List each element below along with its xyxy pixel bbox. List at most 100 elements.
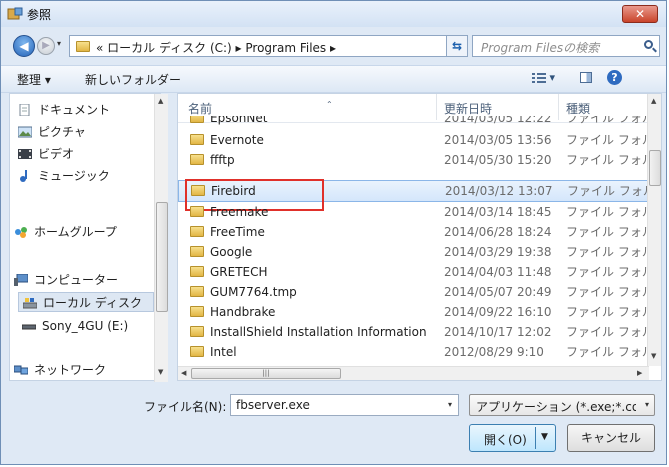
file-list-vertical-scrollbar[interactable]: ▲ ▼ <box>647 94 661 366</box>
scroll-right-icon[interactable]: ▶ <box>637 369 642 377</box>
column-date-header[interactable]: 更新日時 <box>444 100 492 117</box>
scroll-up-icon[interactable]: ▲ <box>651 97 656 105</box>
address-bar[interactable]: « ローカル ディスク (C:) ▸ Program Files ▸ ▾ <box>69 35 466 57</box>
file-date: 2014/03/14 18:45 <box>444 205 552 219</box>
preview-pane-icon[interactable] <box>580 72 592 83</box>
open-options-dropdown-icon[interactable]: ▼ <box>541 432 548 442</box>
sidebar-item-label: ネットワーク <box>34 363 107 377</box>
scroll-down-icon[interactable]: ▼ <box>651 352 656 360</box>
file-name: Evernote <box>210 133 264 147</box>
sidebar-item-local-disk[interactable]: ローカル ディスク <box>18 292 154 312</box>
file-type: ファイル フォルダー <box>566 133 648 147</box>
filename-input[interactable]: fbserver.exe ▾ <box>230 394 459 416</box>
folder-icon <box>190 306 204 317</box>
file-date: 2014/04/03 11:48 <box>444 265 552 279</box>
computer-icon <box>14 274 28 286</box>
file-date: 2014/09/22 16:10 <box>444 305 552 319</box>
column-type-header[interactable]: 種類 <box>566 100 590 117</box>
file-name: EpsonNet <box>210 116 268 125</box>
scroll-left-icon[interactable]: ◀ <box>181 369 186 377</box>
navigation-pane: ドキュメント ピクチャ ビデオ ミュージック ホームグループ コンピューター ロ… <box>9 93 168 382</box>
search-placeholder: Program Filesの検索 <box>481 41 600 55</box>
back-button[interactable]: ◀ <box>13 35 35 57</box>
pictures-icon <box>18 126 32 138</box>
sidebar-scrollbar[interactable]: ▲ ▼ <box>154 94 168 382</box>
video-icon <box>18 149 32 159</box>
folder-icon <box>190 346 204 357</box>
file-name: GRETECH <box>210 265 268 279</box>
sidebar-scroll-thumb[interactable] <box>156 202 168 312</box>
table-row[interactable]: GRETECH 2014/04/03 11:48 ファイル フォルダー <box>178 262 649 282</box>
file-date: 2014/03/05 12:22 <box>444 116 552 125</box>
sidebar-item-label: ホームグループ <box>34 225 117 239</box>
history-dropdown-icon[interactable]: ▾ <box>57 39 61 48</box>
table-row[interactable]: InstallShield Installation Information 2… <box>178 322 649 342</box>
close-button[interactable]: ✕ <box>622 5 658 23</box>
sidebar-item-label: ローカル ディスク <box>43 296 142 310</box>
scroll-up-icon[interactable]: ▲ <box>158 97 163 105</box>
open-button-divider <box>535 427 536 449</box>
file-type: ファイル フォルダー <box>566 305 648 319</box>
folder-icon <box>190 206 204 217</box>
file-name: Freemake <box>210 205 269 219</box>
table-row[interactable]: EpsonNet 2014/03/05 12:22 ファイル フォルダー <box>178 116 649 128</box>
file-list: 名前 ⌃ 更新日時 種類 EpsonNet 2014/03/05 12:22 フ… <box>177 93 662 381</box>
forward-button[interactable]: ▶ <box>37 37 55 55</box>
file-type: ファイル フォルダー <box>567 184 649 198</box>
search-box[interactable]: Program Filesの検索 <box>472 35 660 57</box>
browse-icon <box>7 7 23 20</box>
table-row[interactable]: FreeTime 2014/06/28 18:24 ファイル フォルダー <box>178 222 649 242</box>
folder-icon <box>190 116 204 123</box>
table-row[interactable]: Google 2014/03/29 19:38 ファイル フォルダー <box>178 242 649 262</box>
view-dropdown-icon: ▾ <box>549 71 556 84</box>
sidebar-item-label: ドキュメント <box>38 103 111 117</box>
file-name: Intel <box>210 345 237 359</box>
file-list-horizontal-scrollbar[interactable]: ◀ ||| ▶ <box>178 366 649 380</box>
file-name: InstallShield Installation Information <box>210 325 427 339</box>
address-path: « ローカル ディスク (C:) ▸ Program Files ▸ <box>96 41 336 55</box>
filetype-select[interactable]: アプリケーション (*.exe;*.com) ▾ <box>469 394 655 416</box>
file-type: ファイル フォルダー <box>566 265 648 279</box>
table-row[interactable]: Freemake 2014/03/14 18:45 ファイル フォルダー <box>178 202 649 222</box>
file-name: Google <box>210 245 253 259</box>
folder-icon <box>190 266 204 277</box>
file-name: FreeTime <box>210 225 265 239</box>
search-icon[interactable] <box>644 40 653 49</box>
open-button[interactable]: 開く(O) ▼ <box>469 424 556 452</box>
file-date: 2014/05/30 15:20 <box>444 153 552 167</box>
filetype-dropdown-icon[interactable]: ▾ <box>645 400 649 409</box>
cancel-button[interactable]: キャンセル <box>567 424 655 452</box>
new-folder-button[interactable]: 新しいフォルダー <box>85 71 181 88</box>
folder-icon <box>190 326 204 337</box>
file-open-dialog: 参照 ✕ ◀ ▶ ▾ « ローカル ディスク (C:) ▸ Program Fi… <box>0 0 667 465</box>
table-row[interactable]: Handbrake 2014/09/22 16:10 ファイル フォルダー <box>178 302 649 322</box>
view-options-button[interactable]: ▾ <box>532 71 555 84</box>
scroll-down-icon[interactable]: ▼ <box>158 368 163 376</box>
file-date: 2012/08/29 9:10 <box>444 345 544 359</box>
file-type: ファイル フォルダー <box>566 345 648 359</box>
file-name: GUM7764.tmp <box>210 285 297 299</box>
organize-button[interactable]: 整理 ▾ <box>17 71 51 88</box>
file-date: 2014/03/05 13:56 <box>444 133 552 147</box>
table-row[interactable]: Evernote 2014/03/05 13:56 ファイル フォルダー <box>178 130 649 150</box>
vertical-scroll-thumb[interactable] <box>649 150 661 186</box>
folder-icon <box>76 41 90 52</box>
filename-label: ファイル名(N): <box>144 400 227 414</box>
file-type: ファイル フォルダー <box>566 285 648 299</box>
table-row[interactable]: Intel 2012/08/29 9:10 ファイル フォルダー <box>178 342 649 362</box>
folder-icon <box>190 134 204 145</box>
view-list-icon <box>532 72 546 83</box>
file-date: 2014/05/07 20:49 <box>444 285 552 299</box>
file-date: 2014/06/28 18:24 <box>444 225 552 239</box>
folder-icon <box>190 286 204 297</box>
table-row[interactable]: ffftp 2014/05/30 15:20 ファイル フォルダー <box>178 150 649 170</box>
file-type: ファイル フォルダー <box>566 325 648 339</box>
filename-dropdown-icon[interactable]: ▾ <box>448 400 452 409</box>
horizontal-scroll-thumb[interactable]: ||| <box>191 368 341 379</box>
table-row[interactable]: GUM7764.tmp 2014/05/07 20:49 ファイル フォルダー <box>178 282 649 302</box>
folder-icon <box>190 154 204 165</box>
help-icon[interactable]: ? <box>607 70 622 85</box>
column-name-header[interactable]: 名前 <box>188 100 212 117</box>
usb-drive-icon <box>22 324 36 330</box>
refresh-button[interactable]: ⇆ <box>446 35 468 57</box>
